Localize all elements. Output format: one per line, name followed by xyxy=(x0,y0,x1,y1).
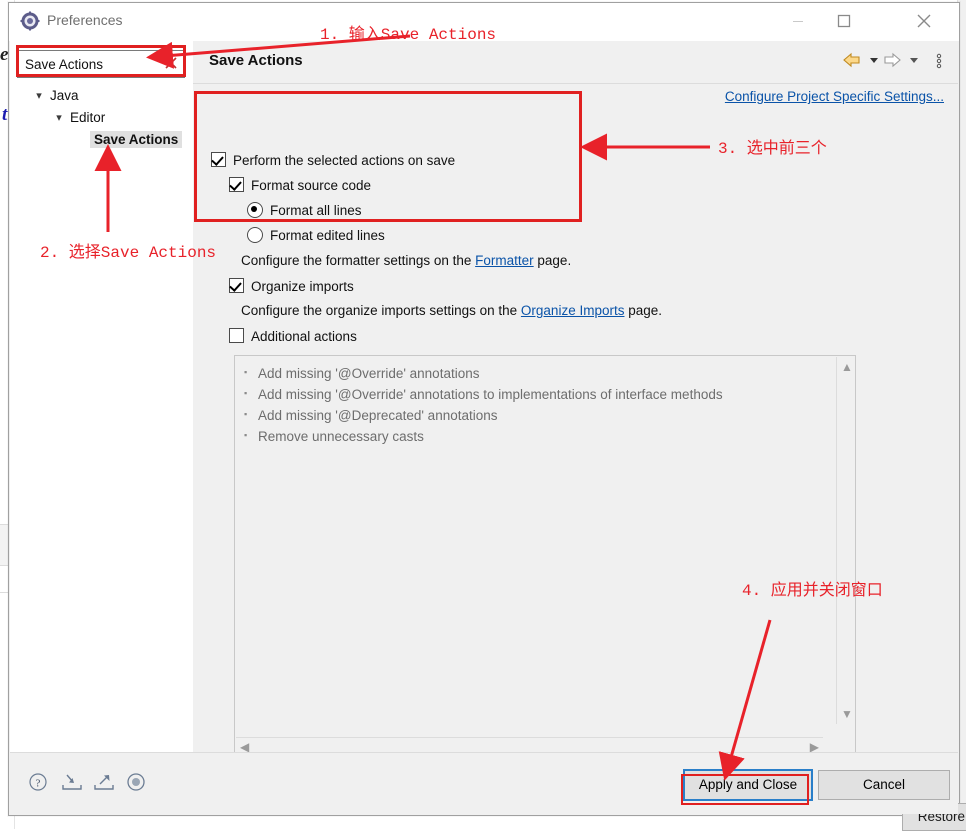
formatter-hint-suffix: page. xyxy=(533,253,572,268)
minimize-button[interactable] xyxy=(775,3,821,39)
ide-text-fragment-t: t xyxy=(2,104,8,125)
configure-project-specific-settings-link[interactable]: Configure Project Specific Settings... xyxy=(725,89,944,104)
ide-panel-strip xyxy=(0,525,8,565)
format-edited-lines-radio-row[interactable]: Format edited lines xyxy=(247,227,385,243)
formatter-hint-prefix: Configure the formatter settings on the xyxy=(241,253,476,268)
forward-arrow-icon[interactable] xyxy=(882,52,902,68)
back-dropdown-chevron-down-icon[interactable] xyxy=(868,52,880,68)
list-item[interactable]: Add missing '@Deprecated' annotations xyxy=(236,404,823,426)
organize-hint-prefix: Configure the organize imports settings … xyxy=(241,303,521,318)
forward-dropdown-chevron-down-icon[interactable] xyxy=(908,52,920,68)
dialog-footer: ? Apply and Close Cancel xyxy=(10,752,958,814)
chevron-down-icon[interactable]: ▼ xyxy=(841,707,853,721)
checkbox-perform-on-save[interactable] xyxy=(211,152,226,167)
format-source-code-checkbox-row[interactable]: Format source code xyxy=(229,177,371,193)
organize-imports-checkbox-row[interactable]: Organize imports xyxy=(229,278,354,294)
radio-format-all-lines[interactable] xyxy=(247,202,263,218)
perform-actions-on-save-checkbox-row[interactable]: Perform the selected actions on save xyxy=(211,152,455,168)
checkbox-label: Additional actions xyxy=(251,329,357,344)
view-menu-icon[interactable] xyxy=(934,51,944,71)
apply-and-close-button[interactable]: Apply and Close xyxy=(683,769,813,801)
help-icon[interactable]: ? xyxy=(28,772,48,795)
filter-input[interactable] xyxy=(23,51,155,77)
checkbox-format-source-code[interactable] xyxy=(229,177,244,192)
formatter-link[interactable]: Formatter xyxy=(475,253,534,268)
tree-item-label: Editor xyxy=(70,110,106,125)
maximize-button[interactable] xyxy=(821,3,867,39)
organize-hint-suffix: page. xyxy=(624,303,663,318)
additional-actions-checkbox-row[interactable]: Additional actions xyxy=(229,328,357,344)
cancel-button[interactable]: Cancel xyxy=(818,770,950,800)
tree-item-java[interactable]: ▾ Java xyxy=(10,85,193,107)
export-icon[interactable] xyxy=(92,772,116,795)
radio-format-edited-lines[interactable] xyxy=(247,227,263,243)
dialog-titlebar: Preferences xyxy=(9,3,959,41)
chevron-down-icon[interactable]: ▾ xyxy=(52,107,66,129)
organize-imports-hint: Configure the organize imports settings … xyxy=(241,303,662,318)
list-item[interactable]: Remove unnecessary casts xyxy=(236,425,823,447)
svg-text:?: ? xyxy=(36,778,41,790)
import-icon[interactable] xyxy=(60,772,84,795)
chevron-down-icon[interactable]: ▾ xyxy=(32,85,46,107)
organize-imports-link[interactable]: Organize Imports xyxy=(521,303,625,318)
preferences-content: Save Actions Configure Project Specific … xyxy=(193,41,966,831)
checkbox-organize-imports[interactable] xyxy=(229,278,244,293)
preferences-dialog: Preferences ▾ Java ▾ Editor xyxy=(8,2,966,831)
back-arrow-icon[interactable] xyxy=(842,52,862,68)
page-header: Save Actions xyxy=(193,41,958,84)
chevron-up-icon[interactable]: ▲ xyxy=(841,360,853,374)
record-icon[interactable] xyxy=(126,772,146,795)
tree-item-editor[interactable]: ▾ Editor xyxy=(10,107,193,129)
additional-actions-listbox[interactable]: Add missing '@Override' annotations Add … xyxy=(234,355,856,757)
clear-x-icon[interactable] xyxy=(162,54,180,72)
eclipse-preferences-icon xyxy=(20,11,40,31)
checkbox-label: Perform the selected actions on save xyxy=(233,153,456,168)
preferences-tree: ▾ Java ▾ Editor Save Actions xyxy=(10,85,193,151)
page-title: Save Actions xyxy=(209,52,303,69)
list-vertical-scrollbar[interactable]: ▲ ▼ xyxy=(836,357,854,724)
checkbox-label: Format source code xyxy=(251,178,372,193)
radio-label: Format edited lines xyxy=(270,228,385,243)
tree-item-label: Java xyxy=(50,88,79,103)
additional-actions-list: Add missing '@Override' annotations Add … xyxy=(236,357,823,724)
dialog-title: Preferences xyxy=(47,12,123,28)
list-item[interactable]: Add missing '@Override' annotations xyxy=(236,362,823,384)
format-all-lines-radio-row[interactable]: Format all lines xyxy=(247,202,362,218)
preferences-sidebar: ▾ Java ▾ Editor Save Actions xyxy=(10,41,194,752)
radio-label: Format all lines xyxy=(270,203,362,218)
checkbox-additional-actions[interactable] xyxy=(229,328,244,343)
tree-item-label: Save Actions xyxy=(90,131,183,148)
list-item[interactable]: Add missing '@Override' annotations to i… xyxy=(236,383,823,405)
formatter-hint: Configure the formatter settings on the … xyxy=(241,253,571,268)
filter-field-wrapper[interactable] xyxy=(17,50,185,78)
close-button[interactable] xyxy=(901,3,947,39)
page-body: Configure Project Specific Settings... P… xyxy=(193,84,966,831)
tree-item-save-actions[interactable]: Save Actions xyxy=(10,129,193,151)
checkbox-label: Organize imports xyxy=(251,279,354,294)
